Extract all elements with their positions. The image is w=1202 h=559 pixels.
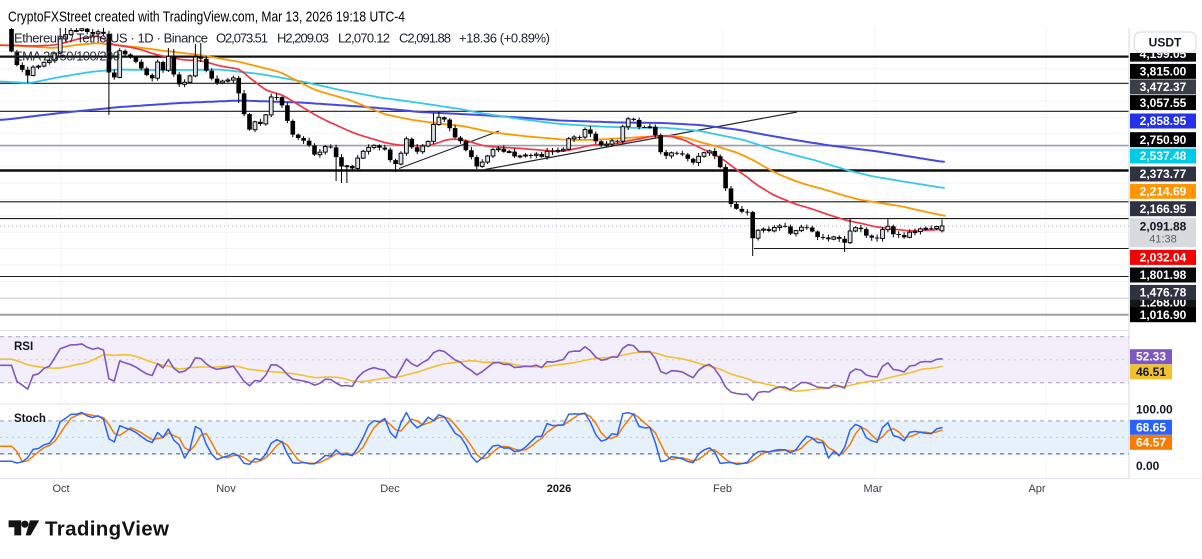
- svg-text:Mar: Mar: [864, 483, 883, 495]
- svg-text:3,472.37: 3,472.37: [1140, 80, 1187, 94]
- svg-text:68.65: 68.65: [1136, 420, 1166, 434]
- svg-text:H2,209.03: H2,209.03: [277, 31, 329, 46]
- svg-text:41:38: 41:38: [1149, 234, 1177, 246]
- svg-text:2,091.88: 2,091.88: [1140, 220, 1187, 234]
- svg-text:TradingView: TradingView: [45, 518, 169, 541]
- svg-text:Dec: Dec: [380, 483, 400, 495]
- svg-text:L2,070.12: L2,070.12: [338, 31, 390, 46]
- svg-text:0.00: 0.00: [1136, 459, 1160, 473]
- svg-text:Apr: Apr: [1028, 483, 1045, 495]
- svg-text:Nov: Nov: [216, 483, 236, 495]
- svg-text:EMA 20/50/100/200: EMA 20/50/100/200: [14, 49, 120, 64]
- svg-text:2,166.95: 2,166.95: [1140, 202, 1187, 216]
- svg-text:2026: 2026: [547, 483, 571, 495]
- svg-text:1,016.90: 1,016.90: [1140, 308, 1187, 322]
- svg-text:100.00: 100.00: [1136, 403, 1173, 417]
- svg-text:2,750.90: 2,750.90: [1140, 133, 1187, 147]
- svg-text:CryptoFXStreet created with Tr: CryptoFXStreet created with TradingView.…: [8, 10, 405, 26]
- svg-text:2,537.48: 2,537.48: [1140, 149, 1187, 163]
- svg-text:+18.36 (+0.89%): +18.36 (+0.89%): [459, 31, 550, 46]
- svg-text:52.33: 52.33: [1136, 350, 1166, 364]
- svg-text:USDT: USDT: [1149, 36, 1182, 50]
- svg-text:2,032.04: 2,032.04: [1140, 251, 1187, 265]
- svg-text:C2,091.88: C2,091.88: [399, 31, 451, 46]
- svg-text:RSI: RSI: [14, 341, 33, 353]
- svg-text:64.57: 64.57: [1136, 435, 1166, 449]
- svg-text:3,815.00: 3,815.00: [1140, 65, 1187, 79]
- svg-text:1,801.98: 1,801.98: [1140, 268, 1187, 282]
- svg-text:2,373.77: 2,373.77: [1140, 167, 1187, 181]
- svg-text:Feb: Feb: [713, 483, 732, 495]
- svg-text:Oct: Oct: [52, 483, 69, 495]
- svg-text:2,858.95: 2,858.95: [1140, 114, 1187, 128]
- svg-text:O2,073.51: O2,073.51: [216, 31, 268, 46]
- svg-text:3,057.55: 3,057.55: [1140, 96, 1187, 110]
- svg-text:2,214.69: 2,214.69: [1140, 185, 1187, 199]
- svg-text:Stoch: Stoch: [14, 413, 46, 425]
- svg-text:Ethereum / TetherUS · 1D · Bin: Ethereum / TetherUS · 1D · Binance: [14, 31, 208, 46]
- svg-text:46.51: 46.51: [1136, 365, 1166, 379]
- svg-text:1,476.78: 1,476.78: [1140, 286, 1187, 300]
